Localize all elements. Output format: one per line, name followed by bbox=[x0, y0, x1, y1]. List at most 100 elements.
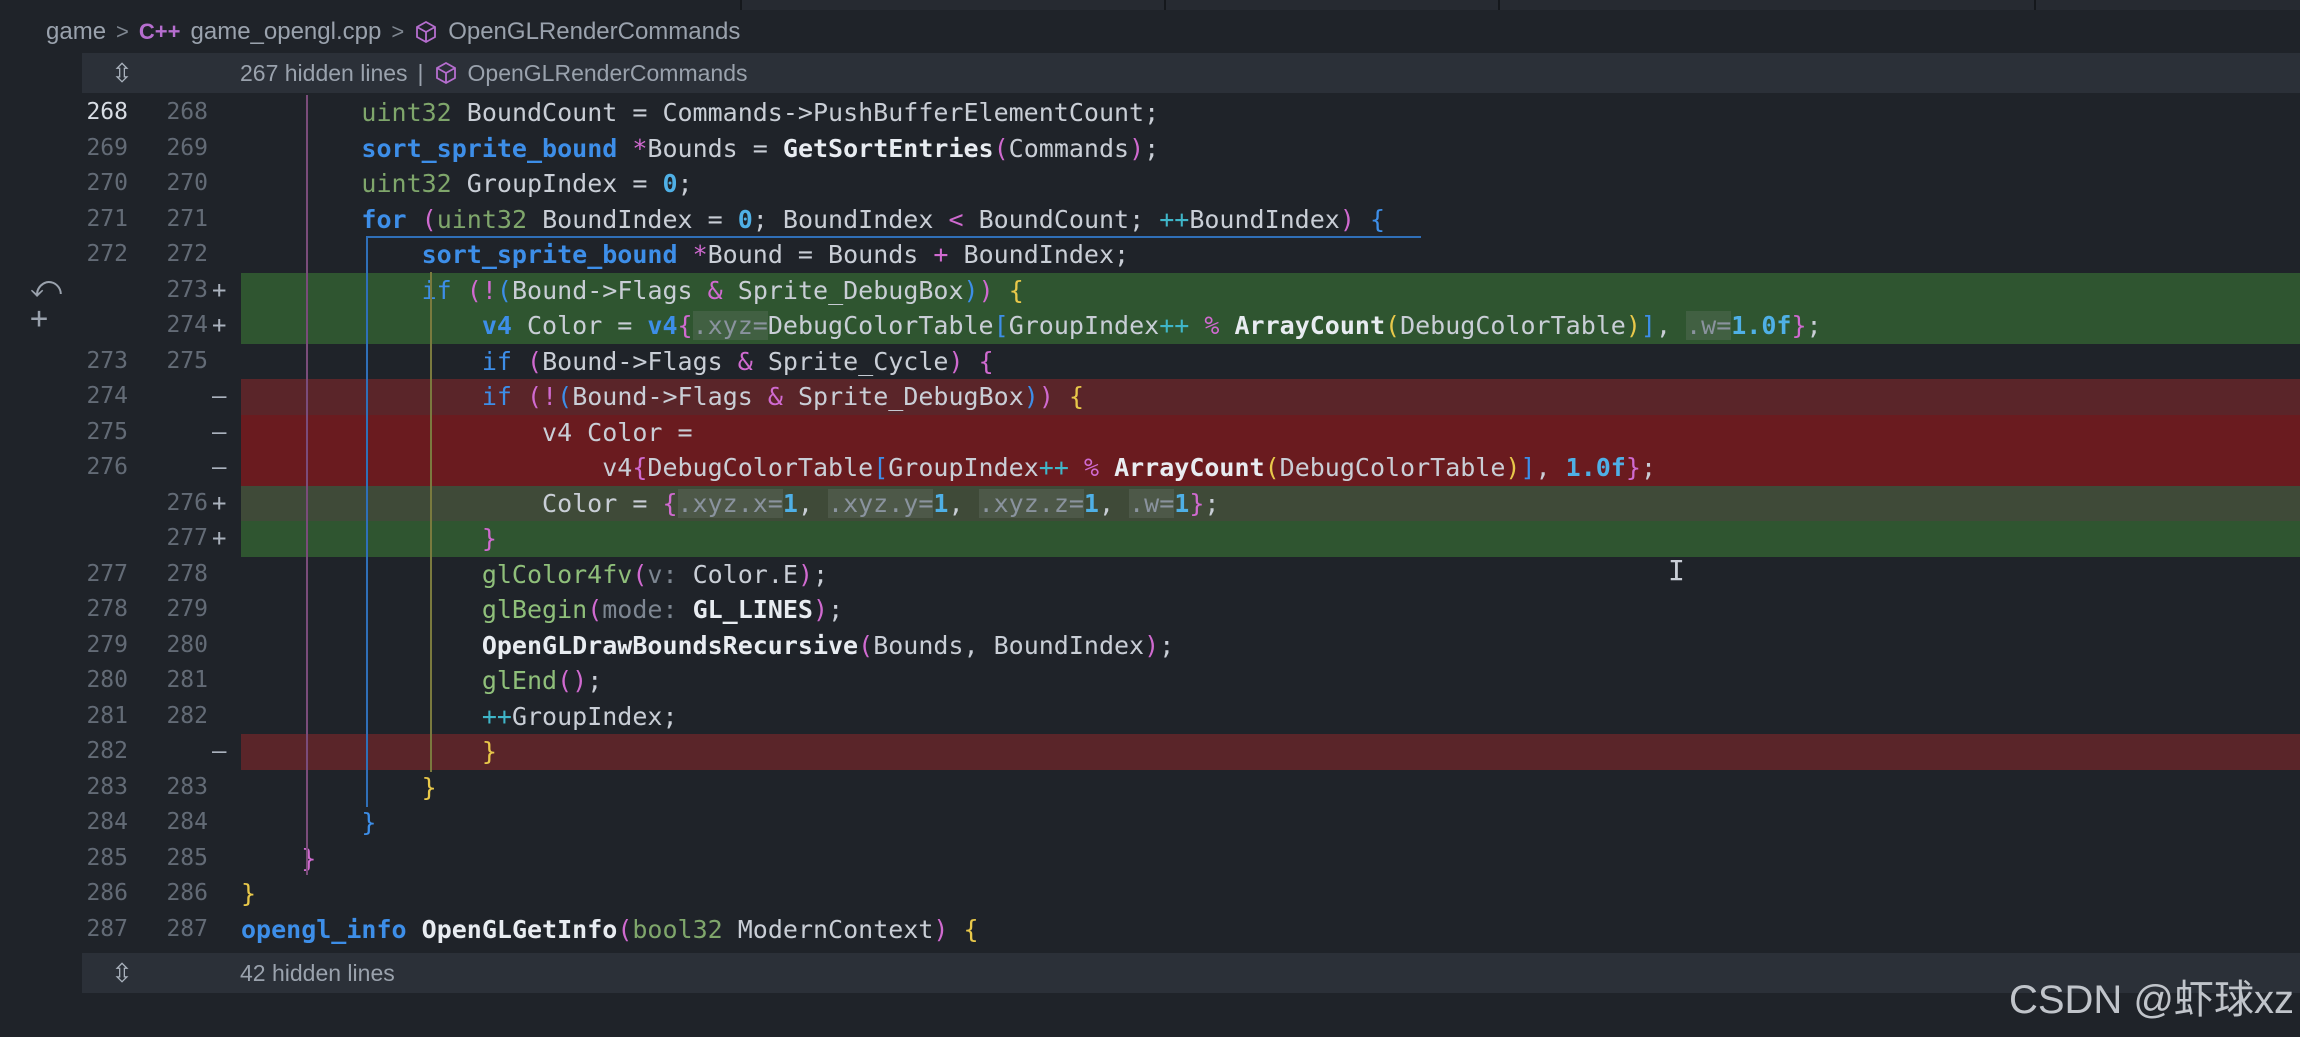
indent-guide bbox=[366, 236, 1421, 238]
indent-guide bbox=[430, 272, 432, 772]
diff-marker: + bbox=[212, 488, 227, 517]
diff-line: 277 278 glColor4fv(v: Color.E); bbox=[0, 557, 2300, 593]
code-text[interactable]: uint32 BoundCount = Commands->PushBuffer… bbox=[241, 95, 1159, 131]
code-text[interactable]: if (!(Bound->Flags & Sprite_DebugBox)) { bbox=[241, 273, 1024, 309]
old-line-number: 268 bbox=[86, 99, 128, 125]
new-line-number: 269 bbox=[166, 134, 208, 161]
old-line-number: 273 bbox=[86, 347, 128, 374]
diff-line: 270 270 uint32 GroupIndex = 0; bbox=[0, 166, 2300, 202]
diff-line: 285 285 } bbox=[0, 841, 2300, 877]
old-line-number: 270 bbox=[86, 170, 128, 196]
diff-line: 284 284 } bbox=[0, 805, 2300, 841]
diff-marker: — bbox=[212, 453, 227, 481]
cube-icon bbox=[416, 20, 437, 44]
hidden-lines-count: 267 hidden lines bbox=[240, 59, 408, 86]
code-text[interactable]: } bbox=[241, 805, 376, 841]
old-line-number bbox=[82, 486, 128, 522]
code-text[interactable]: sort_sprite_bound *Bound = Bounds + Boun… bbox=[241, 237, 1129, 273]
code-text[interactable]: v4 Color = bbox=[241, 415, 693, 451]
diff-line: 281 282 ++GroupIndex; bbox=[0, 699, 2300, 735]
diff-line-added: 277 + } bbox=[0, 521, 2300, 557]
diff-line: 280 281 glEnd(); bbox=[0, 663, 2300, 699]
indent-guide bbox=[366, 237, 368, 807]
diff-line-added: 274 + v4 Color = v4{.xyz=DebugColorTable… bbox=[0, 308, 2300, 344]
diff-marker: — bbox=[212, 417, 227, 446]
new-line-number: 272 bbox=[166, 241, 208, 267]
old-line-number: 286 bbox=[86, 880, 128, 906]
chevron-right-icon: > bbox=[391, 19, 405, 44]
old-line-number: 271 bbox=[86, 205, 128, 232]
diff-marker: + bbox=[212, 311, 227, 339]
diff-marker: + bbox=[212, 524, 227, 552]
diff-line-added: 273 + if (!(Bound->Flags & Sprite_DebugB… bbox=[0, 272, 2300, 309]
code-text[interactable]: v4 Color = v4{.xyz=DebugColorTable[Group… bbox=[241, 308, 1822, 344]
hidden-lines-count: 42 hidden lines bbox=[240, 959, 395, 986]
new-line-number: 279 bbox=[166, 596, 208, 622]
new-line-number: 268 bbox=[166, 99, 208, 125]
old-line-number: 278 bbox=[86, 596, 128, 622]
diff-marker: — bbox=[212, 737, 227, 765]
diff-line-removed: 274 — if (!(Bound->Flags & Sprite_DebugB… bbox=[0, 379, 2300, 415]
breadcrumb-folder[interactable]: game bbox=[46, 18, 106, 46]
diff-line-removed: 276 — v4{DebugColorTable[GroupIndex++ % … bbox=[0, 450, 2300, 486]
code-text[interactable]: } bbox=[241, 770, 437, 806]
breadcrumb-file[interactable]: game_opengl.cpp bbox=[191, 18, 382, 46]
hidden-lines-top[interactable]: ⇳ 267 hidden lines | OpenGLRenderCommand… bbox=[82, 53, 2300, 93]
code-text[interactable]: glEnd(); bbox=[241, 663, 602, 699]
cpp-file-icon: C++ bbox=[138, 19, 181, 44]
diff-line: 283 283 } bbox=[0, 770, 2300, 806]
diff-line-removed: 275 — v4 Color = bbox=[0, 414, 2300, 451]
breadcrumb-symbol[interactable]: OpenGLRenderCommands bbox=[448, 18, 740, 46]
text-cursor-icon: I bbox=[1668, 554, 1685, 587]
new-line-number: 284 bbox=[166, 809, 208, 835]
new-line-number bbox=[152, 379, 208, 415]
hidden-lines-bottom[interactable]: ⇳ 42 hidden lines bbox=[82, 953, 2300, 993]
code-text[interactable]: v4{DebugColorTable[GroupIndex++ % ArrayC… bbox=[241, 450, 1656, 486]
code-text[interactable]: opengl_info OpenGLGetInfo(bool32 ModernC… bbox=[241, 912, 979, 948]
diff-line-added: 276 + Color = {.xyz.x=1, .xyz.y=1, .xyz.… bbox=[0, 485, 2300, 522]
watermark: CSDN @虾球xz bbox=[2008, 978, 2294, 1022]
diff-marker: + bbox=[212, 275, 227, 304]
old-line-number: 283 bbox=[86, 773, 128, 800]
new-line-number bbox=[152, 734, 208, 770]
new-line-number: 286 bbox=[166, 880, 208, 906]
code-text[interactable]: } bbox=[241, 841, 316, 877]
new-line-number: 271 bbox=[166, 205, 208, 232]
code-text[interactable]: sort_sprite_bound *Bounds = GetSortEntri… bbox=[241, 131, 1159, 167]
code-text[interactable]: OpenGLDrawBoundsRecursive(Bounds, BoundI… bbox=[241, 628, 1174, 664]
new-line-number: 278 bbox=[166, 560, 208, 587]
indent-guide bbox=[306, 95, 308, 875]
new-line-number: 274 bbox=[166, 312, 208, 338]
diff-line: 269 269 sort_sprite_bound *Bounds = GetS… bbox=[0, 131, 2300, 167]
code-text[interactable]: } bbox=[241, 521, 497, 557]
unfold-icon[interactable]: ⇳ bbox=[82, 958, 162, 989]
code-text[interactable]: glBegin(mode: GL_LINES); bbox=[241, 592, 843, 628]
diff-line: 268 268 uint32 BoundCount = Commands->Pu… bbox=[0, 95, 2300, 131]
old-line-number: 279 bbox=[86, 631, 128, 658]
diff-line: 278 279 glBegin(mode: GL_LINES); bbox=[0, 592, 2300, 628]
new-line-number: 285 bbox=[166, 844, 208, 871]
new-line-number bbox=[152, 450, 208, 486]
old-line-number bbox=[82, 521, 128, 557]
code-text[interactable]: Color = {.xyz.x=1, .xyz.y=1, .xyz.z=1, .… bbox=[241, 486, 1219, 522]
code-text[interactable]: if (Bound->Flags & Sprite_Cycle) { bbox=[241, 344, 994, 380]
old-line-number bbox=[82, 308, 128, 344]
code-text[interactable]: } bbox=[241, 876, 256, 912]
new-line-number: 277 bbox=[166, 525, 208, 551]
code-text[interactable]: } bbox=[241, 734, 497, 770]
old-line-number: 285 bbox=[86, 844, 128, 871]
diff-marker: — bbox=[212, 382, 227, 410]
diff-line: 272 272 sort_sprite_bound *Bound = Bound… bbox=[0, 237, 2300, 273]
code-text[interactable]: uint32 GroupIndex = 0; bbox=[241, 166, 692, 202]
code-text[interactable]: glColor4fv(v: Color.E); bbox=[241, 557, 828, 593]
new-line-number: 275 bbox=[166, 347, 208, 374]
chevron-right-icon: > bbox=[116, 19, 129, 44]
old-line-number: 281 bbox=[86, 702, 128, 729]
diff-line: 271 271 for (uint32 BoundIndex = 0; Boun… bbox=[0, 202, 2300, 238]
code-text[interactable]: for (uint32 BoundIndex = 0; BoundIndex <… bbox=[241, 202, 1385, 238]
unfold-icon[interactable]: ⇳ bbox=[82, 58, 162, 89]
old-line-number: 282 bbox=[86, 738, 128, 764]
new-line-number: 281 bbox=[166, 667, 208, 693]
old-line-number: 269 bbox=[86, 134, 128, 161]
new-line-number: 287 bbox=[166, 915, 208, 942]
